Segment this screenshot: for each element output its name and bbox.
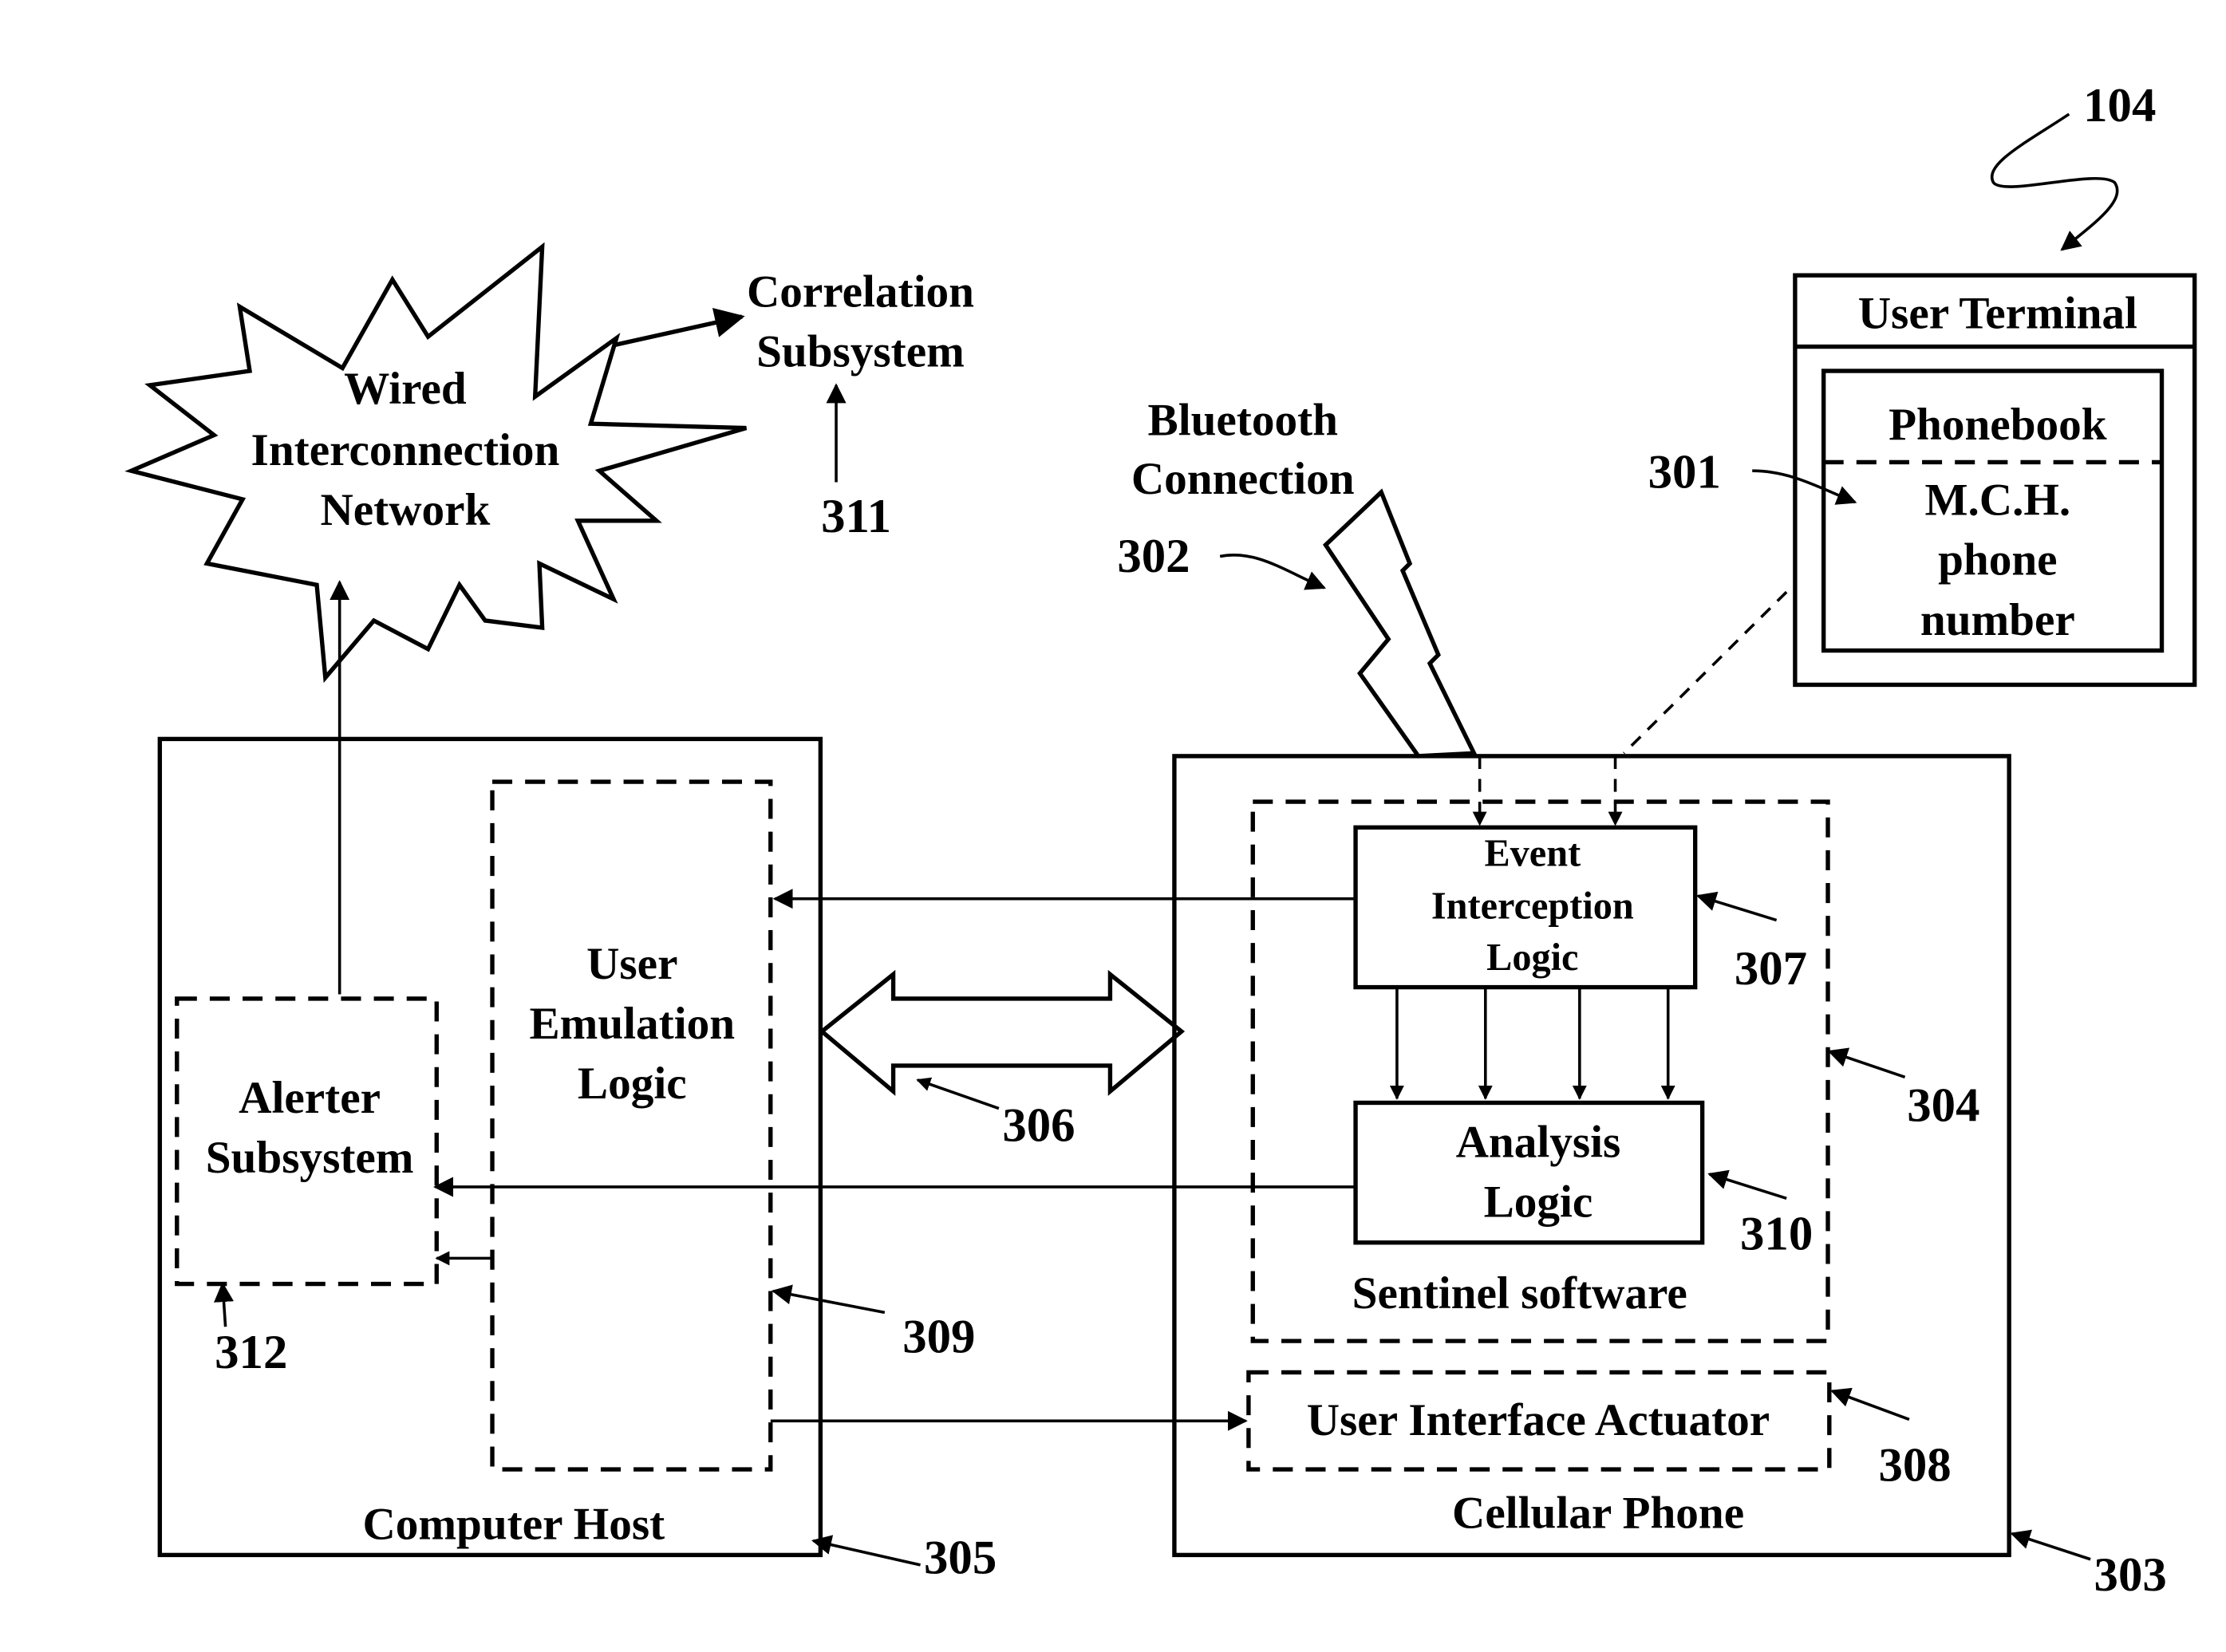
ref-104-group: 104 bbox=[1990, 79, 2156, 251]
ref-label-312: 312 bbox=[215, 1326, 287, 1379]
sentinel-software-label: Sentinel software bbox=[1352, 1268, 1687, 1319]
bluetooth-label-line-1: Bluetooth bbox=[1148, 395, 1338, 445]
system-diagram: 104 User Terminal Phonebook M.C.H. phone… bbox=[124, 79, 2197, 1602]
ref-306-arrow bbox=[916, 1077, 1000, 1110]
event-interception-label-line-3: Logic bbox=[1486, 936, 1578, 979]
ref-312-arrow bbox=[214, 1282, 234, 1327]
ref-label-307: 307 bbox=[1735, 942, 1807, 996]
network-label-line-2: Interconnection bbox=[251, 425, 560, 475]
alerter-label-line-1: Alerter bbox=[239, 1073, 381, 1123]
bluetooth-connection: Bluetooth Connection 302 bbox=[1117, 395, 1478, 759]
bluetooth-label-line-2: Connection bbox=[1131, 454, 1355, 504]
ref-label-301: 301 bbox=[1648, 446, 1721, 499]
ref-302-arrow bbox=[1219, 553, 1326, 590]
host-phone-link: 306 bbox=[818, 969, 1186, 1153]
ref-label-309: 309 bbox=[902, 1310, 975, 1363]
analysis-label-line-1: Analysis bbox=[1456, 1117, 1621, 1167]
wired-network-cloud: Wired Interconnection Network bbox=[124, 242, 748, 684]
computer-host-label: Computer Host bbox=[362, 1500, 665, 1550]
mch-entry-line-2: phone bbox=[1938, 535, 2057, 585]
ref-label-308: 308 bbox=[1879, 1438, 1952, 1492]
analysis-label-line-2: Logic bbox=[1484, 1177, 1593, 1228]
ref-label-310: 310 bbox=[1740, 1208, 1813, 1261]
ref-309-arrow bbox=[771, 1284, 886, 1315]
ref-label-303: 303 bbox=[2094, 1548, 2167, 1602]
cellular-phone: Cellular Phone 303 Sentinel software 304… bbox=[1172, 754, 2167, 1602]
mch-entry-line-1: M.C.H. bbox=[1924, 475, 2070, 526]
correlation-subsystem: Correlation Subsystem 311 bbox=[747, 267, 974, 544]
user-emulation-label-line-2: Emulation bbox=[530, 999, 736, 1049]
ref-label-305: 305 bbox=[924, 1532, 997, 1585]
ui-actuator-label: User Interface Actuator bbox=[1307, 1395, 1770, 1445]
ref-label-104: 104 bbox=[2083, 79, 2156, 132]
user-terminal-title: User Terminal bbox=[1858, 288, 2137, 338]
lightning-bolt-icon bbox=[1322, 488, 1478, 759]
bidirectional-link-arrow-icon bbox=[818, 969, 1186, 1096]
user-terminal: User Terminal Phonebook M.C.H. phone num… bbox=[1648, 273, 2197, 688]
ref-label-302: 302 bbox=[1117, 530, 1190, 583]
network-label-line-3: Network bbox=[320, 485, 490, 535]
ref-303-arrow bbox=[2010, 1529, 2091, 1561]
network-to-correlation-arrow bbox=[613, 308, 745, 348]
phonebook-to-phone-dashed-link bbox=[1623, 590, 1788, 755]
phonebook-label: Phonebook bbox=[1889, 400, 2107, 450]
event-interception-label-line-1: Event bbox=[1484, 833, 1581, 875]
user-emulation-label-line-3: Logic bbox=[578, 1059, 687, 1109]
ref-304-arrow bbox=[1827, 1047, 1906, 1078]
mch-entry-line-3: number bbox=[1920, 595, 2075, 645]
alerter-label-line-2: Subsystem bbox=[206, 1133, 414, 1183]
network-label-line-1: Wired bbox=[344, 364, 467, 414]
ref-305-arrow bbox=[811, 1535, 921, 1567]
ref-310-arrow bbox=[1707, 1169, 1787, 1200]
ref-301-arrow bbox=[1752, 469, 1857, 505]
computer-host: Computer Host 305 Alerter Subsystem 312 … bbox=[157, 580, 997, 1585]
ref-label-304: 304 bbox=[1907, 1079, 1979, 1133]
event-interception-label-line-2: Interception bbox=[1431, 885, 1634, 928]
ref-307-arrow bbox=[1695, 891, 1778, 922]
ref-104-squiggle-arrow bbox=[1990, 112, 2119, 251]
user-emulation-logic-box bbox=[490, 779, 773, 1472]
ref-308-arrow bbox=[1830, 1387, 1910, 1421]
ref-label-311: 311 bbox=[821, 490, 891, 543]
ref-label-306: 306 bbox=[1002, 1099, 1075, 1153]
correlation-label-line-2: Subsystem bbox=[756, 327, 965, 377]
correlation-label-line-1: Correlation bbox=[747, 267, 974, 317]
user-emulation-label-line-1: User bbox=[586, 939, 677, 989]
cellular-phone-label: Cellular Phone bbox=[1452, 1488, 1744, 1538]
